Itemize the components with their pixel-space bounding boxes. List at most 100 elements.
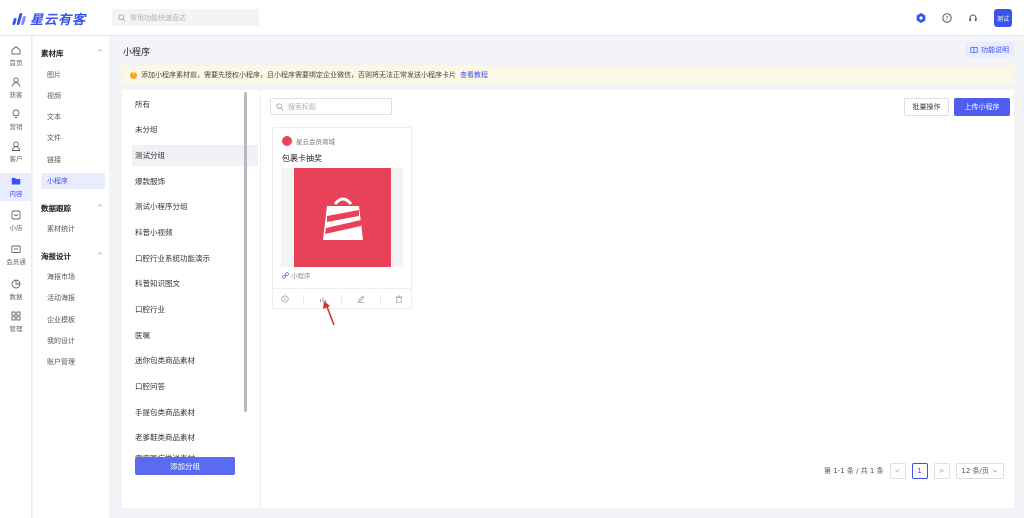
group-item[interactable]: 口腔问答 [132, 376, 258, 397]
svg-text:?: ? [945, 15, 948, 22]
trash-icon[interactable] [394, 294, 404, 304]
folder-icon [11, 178, 21, 185]
main-content: 小程序 功能说明 ! 添加小程序素材前，需要先授权小程序，且小程序需要绑定企业微… [110, 36, 1024, 518]
group-item[interactable]: 科普知识图文 [132, 273, 258, 294]
headset-icon[interactable] [967, 12, 978, 23]
group-item[interactable]: 测试分组 [132, 145, 258, 166]
group-item[interactable]: 口腔行业系统功能演示 [132, 248, 258, 269]
sidebar-item-stats[interactable]: 素材统计 [41, 221, 105, 237]
group-item[interactable]: 未分组 [132, 119, 258, 140]
sidebar-item-image[interactable]: 图片 [41, 67, 105, 83]
group-item[interactable]: 口腔行业 [132, 299, 258, 320]
chevron-up-icon: ^ [96, 48, 103, 57]
warning-icon: ! [130, 71, 137, 79]
prev-page-button[interactable]: < [889, 463, 906, 479]
upload-miniprogram-button[interactable]: 上传小程序 [954, 98, 1010, 116]
page-size-select[interactable]: 12 条/页 [955, 463, 1004, 479]
pagination-summary: 第 1-1 条 / 共 1 条 [824, 467, 884, 475]
nav-label: 客户 [9, 155, 23, 163]
group-item[interactable]: 老爹鞋类商品素材 [132, 427, 258, 448]
edit-icon[interactable] [356, 294, 366, 304]
divider [260, 90, 261, 508]
sidebar-item-poster-market[interactable]: 海报市场 [41, 269, 105, 285]
nav-item-acquire[interactable]: 获客 [0, 74, 32, 102]
shopping-bag-icon [294, 168, 391, 267]
primary-nav: 首页 获客 营销 客户 内容 小店 会员通 数据 管理 [0, 36, 32, 518]
batch-operation-button[interactable]: 批量操作 [904, 98, 949, 116]
nav-item-data[interactable]: 数据 [0, 276, 32, 304]
group-item[interactable]: 爆款服饰 [132, 171, 258, 192]
page-button[interactable]: 1 [911, 463, 928, 479]
group-item[interactable]: 测试小程序分组 [132, 196, 258, 217]
group-item[interactable]: 科普小视频 [132, 222, 258, 243]
help-button[interactable]: 功能说明 [965, 42, 1014, 57]
page-size-label: 12 条/页 [961, 467, 989, 475]
avatar[interactable]: 测试 [994, 9, 1012, 27]
group-item[interactable]: 迷你包类商品素材 [132, 350, 258, 371]
brand-name: 星云有客 [30, 13, 87, 28]
sidebar-item-video[interactable]: 视频 [41, 88, 105, 104]
grid-icon [11, 311, 21, 321]
nav-label: 获客 [9, 91, 23, 99]
sidebar-item-account[interactable]: 账户管理 [41, 354, 105, 370]
sidebar-item-file[interactable]: 文件 [41, 130, 105, 146]
global-search-input[interactable]: 常用功能快速直达 [112, 9, 259, 26]
card-title: 包裹卡抽奖 [282, 154, 322, 163]
help-icon[interactable]: ? [941, 12, 952, 23]
sidebar-item-templates[interactable]: 企业模板 [41, 312, 105, 328]
nav-label: 管理 [9, 325, 23, 333]
group-list-scrollbar[interactable] [244, 92, 247, 412]
nav-label: 营销 [9, 123, 23, 131]
divider [379, 294, 381, 303]
nav-label: 小店 [9, 224, 23, 232]
group-item[interactable]: 所有 [132, 94, 258, 115]
sidebar-item-miniprogram[interactable]: 小程序 [41, 173, 105, 189]
top-bar: 星云有客 常用功能快速直达 ? 测试 [0, 0, 1024, 36]
group-list: 所有 未分组 测试分组 爆款服饰 测试小程序分组 科普小视频 口腔行业系统功能演… [132, 90, 260, 508]
sidebar-group-title: 素材库 [41, 49, 64, 58]
search-placeholder: 搜索标题 [288, 102, 316, 111]
shop-icon [11, 210, 21, 220]
sidebar-item-text[interactable]: 文本 [41, 109, 105, 125]
nav-item-marketing[interactable]: 营销 [0, 106, 32, 134]
sidebar-item-activity-poster[interactable]: 活动海报 [41, 290, 105, 306]
help-label: 功能说明 [981, 45, 1009, 54]
chevron-down-icon [992, 469, 997, 473]
member-icon [11, 245, 21, 253]
nav-item-member[interactable]: 会员通 [0, 241, 32, 269]
search-icon [276, 102, 284, 111]
miniprogram-card[interactable]: 星云会员商城 包裹卡抽奖 小程序 [272, 127, 412, 309]
add-group-button[interactable]: 添加分组 [135, 457, 235, 475]
nav-item-home[interactable]: 首页 [0, 42, 32, 70]
info-icon[interactable] [280, 294, 290, 304]
miniprogram-search-input[interactable]: 搜索标题 [270, 98, 392, 115]
sidebar-group-title: 海报设计 [41, 252, 71, 261]
chevron-up-icon: ^ [96, 203, 103, 212]
nav-label: 首页 [9, 59, 23, 67]
user-icon [11, 77, 21, 87]
content-panel: 所有 未分组 测试分组 爆款服饰 测试小程序分组 科普小视频 口腔行业系统功能演… [122, 90, 1014, 508]
hex-badge-icon[interactable] [915, 12, 926, 23]
chevron-up-icon: ^ [96, 251, 103, 260]
sidebar-group-library[interactable]: 素材库 ^ [41, 48, 103, 59]
chart-icon [11, 279, 21, 289]
nav-item-customer[interactable]: 客户 [0, 138, 32, 166]
sidebar-group-poster[interactable]: 海报设计 ^ [41, 251, 103, 262]
logo-icon [12, 12, 27, 26]
nav-item-shop[interactable]: 小店 [0, 207, 32, 235]
nav-item-manage[interactable]: 管理 [0, 308, 32, 336]
tutorial-link[interactable]: 查看教程 [460, 70, 488, 80]
divider [341, 294, 343, 303]
sidebar-item-my-design[interactable]: 我的设计 [41, 333, 105, 349]
avatar-label: 测试 [996, 15, 1009, 23]
next-page-button[interactable]: > [933, 463, 950, 479]
group-item[interactable]: 医嘱 [132, 325, 258, 346]
brand-logo[interactable]: 星云有客 [12, 9, 86, 28]
sidebar-group-tracking[interactable]: 数据跟踪 ^ [41, 203, 103, 214]
sidebar-group-title: 数据跟踪 [41, 204, 71, 213]
sidebar-item-link[interactable]: 链接 [41, 152, 105, 168]
global-search-placeholder: 常用功能快速直达 [130, 13, 186, 22]
nav-item-content[interactable]: 内容 [0, 173, 32, 201]
group-item[interactable]: 手提包类商品素材 [132, 402, 258, 423]
divider [303, 294, 305, 303]
